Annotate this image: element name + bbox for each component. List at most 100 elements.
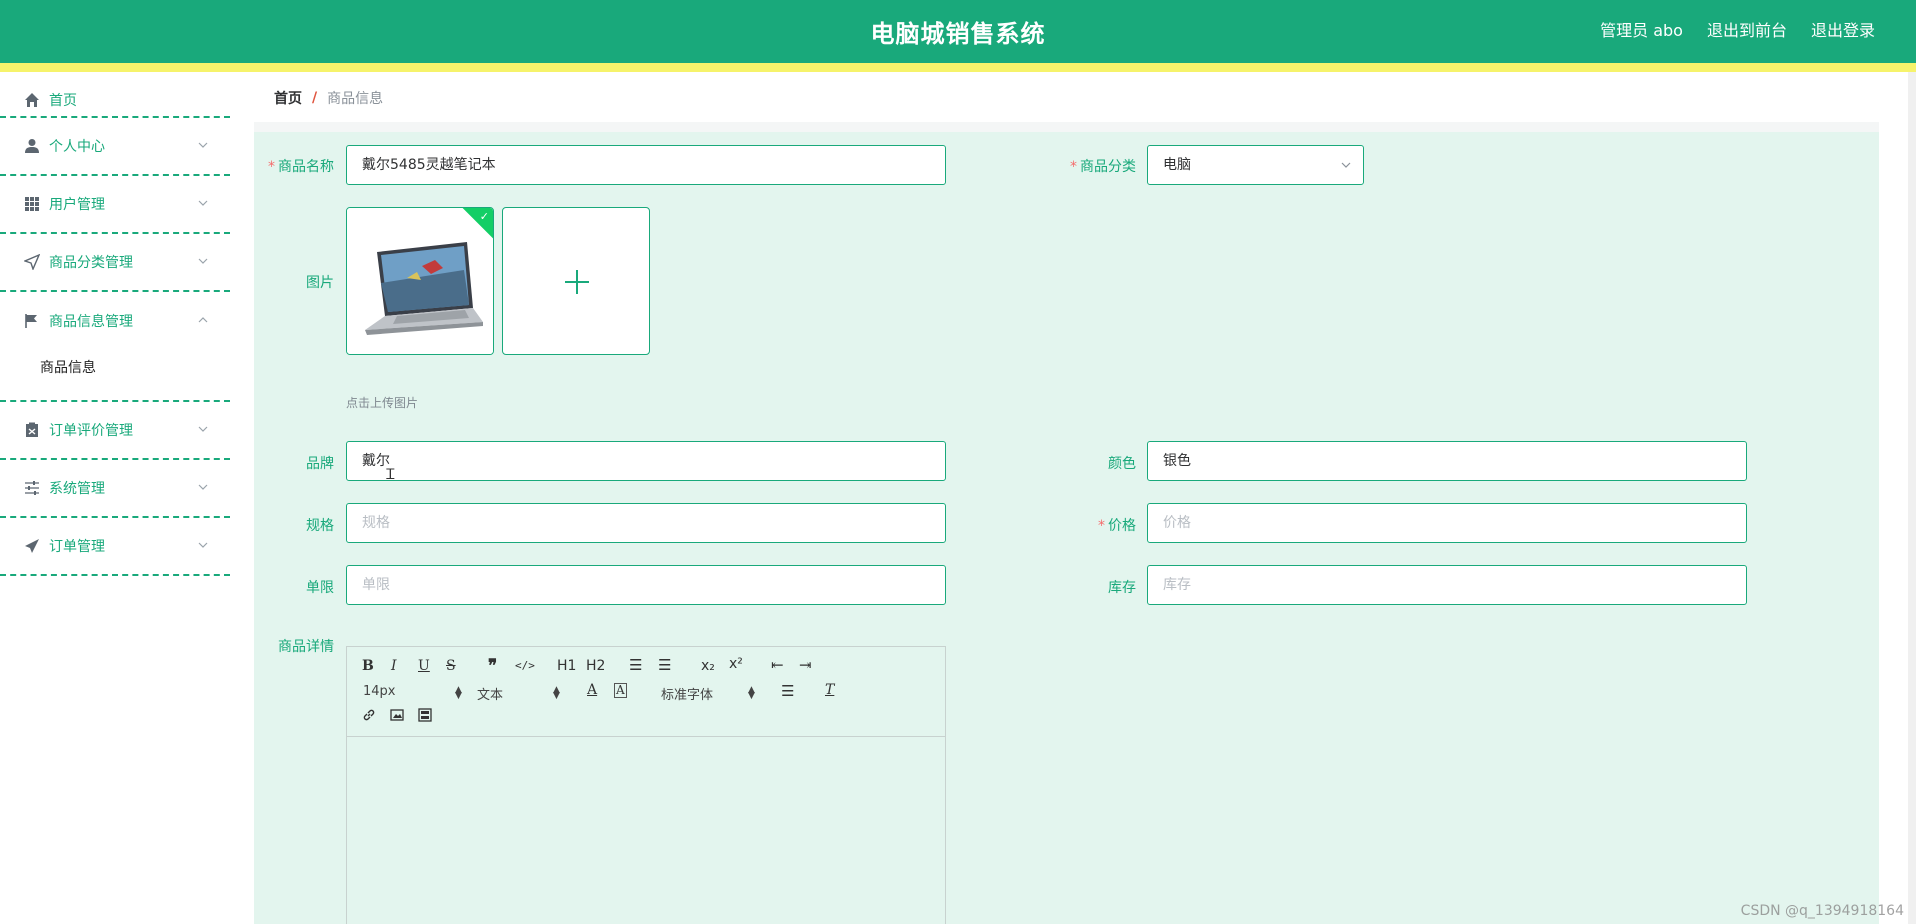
- top-header: 电脑城销售系统 管理员 abo 退出到前台 退出登录: [0, 0, 1916, 63]
- chevron-down-icon: [198, 484, 208, 490]
- header-stripe: [0, 63, 1916, 72]
- sidebar-item-personal-center[interactable]: 个人中心: [0, 118, 230, 176]
- editor-content-area[interactable]: [347, 737, 945, 924]
- breadcrumb-separator: /: [312, 90, 318, 106]
- font-size-value: 14px: [363, 684, 396, 699]
- sidebar-item-order-management[interactable]: 订单管理: [0, 518, 230, 576]
- sidebar-item-order-review-management[interactable]: 订单评价管理: [0, 402, 230, 460]
- product-name-input[interactable]: 戴尔5485灵越笔记本: [346, 145, 946, 185]
- breadcrumb-home[interactable]: 首页: [274, 88, 302, 108]
- font-color-icon[interactable]: A: [587, 682, 597, 698]
- admin-user-label[interactable]: 管理员 abo: [1600, 17, 1683, 41]
- uploaded-image-thumbnail[interactable]: ✓: [346, 207, 494, 355]
- sidebar-item-label: 系统管理: [49, 481, 105, 497]
- strikethrough-icon[interactable]: S: [446, 658, 456, 674]
- superscript-icon[interactable]: x²: [729, 656, 743, 672]
- stock-input[interactable]: 库存: [1147, 565, 1747, 605]
- text-type-select[interactable]: 文本 ▲ ▼: [477, 684, 560, 704]
- product-category-select[interactable]: 电脑: [1147, 145, 1364, 185]
- chevron-down-icon: [198, 426, 208, 432]
- chevron-down-icon: [1341, 162, 1351, 168]
- text-type-value: 文本: [477, 688, 504, 703]
- brand-input[interactable]: 戴尔: [346, 441, 946, 481]
- updown-icon: ▲ ▼: [553, 685, 560, 701]
- rich-text-editor: B I U S ❞ </> H1 H2 ☰ ☰ x₂ x² ⇤ ⇥ 14px ▲…: [346, 646, 946, 924]
- brand-label: 品牌: [306, 456, 334, 472]
- home-icon: [25, 93, 39, 107]
- subscript-icon[interactable]: x₂: [701, 658, 715, 674]
- font-family-select[interactable]: 标准字体 ▲ ▼: [661, 684, 755, 704]
- sidebar-item-label: 商品分类管理: [49, 255, 133, 271]
- clipboard-icon: [26, 422, 38, 437]
- breadcrumb: 首页 / 商品信息: [254, 74, 1879, 122]
- user-icon: [25, 139, 39, 153]
- text-cursor-icon: Ꮖ: [386, 467, 396, 483]
- sidebar-item-label: 首页: [49, 93, 77, 109]
- image-label: 图片: [306, 275, 334, 291]
- chevron-down-icon: [198, 258, 208, 264]
- ordered-list-icon[interactable]: ☰: [629, 656, 642, 674]
- sidebar-item-system-management[interactable]: 系统管理: [0, 460, 230, 518]
- sidebar-item-product-management[interactable]: 商品信息管理: [0, 292, 230, 350]
- heading-1-icon[interactable]: H1: [557, 658, 576, 674]
- sidebar-item-label: 个人中心: [49, 139, 105, 155]
- sidebar-item-label: 用户管理: [49, 197, 105, 213]
- price-label: * 价格: [1098, 518, 1136, 534]
- outdent-icon[interactable]: ⇤: [771, 656, 784, 674]
- sidebar: 首页 个人中心 用户管理 商品分类管理 商品信息管理 商品信息 订单评价管理 系…: [0, 72, 230, 924]
- clear-format-icon[interactable]: T: [825, 682, 834, 698]
- vertical-scrollbar[interactable]: [1908, 72, 1916, 924]
- align-icon[interactable]: ☰: [781, 682, 794, 700]
- sidebar-item-label: 订单管理: [49, 539, 105, 555]
- grid-icon: [25, 197, 39, 211]
- spec-label: 规格: [306, 518, 334, 534]
- laptop-image: [347, 208, 493, 354]
- upload-add-button[interactable]: [502, 207, 650, 355]
- sidebar-item-category-management[interactable]: 商品分类管理: [0, 234, 230, 292]
- code-block-icon[interactable]: </>: [515, 659, 535, 672]
- send-icon: [24, 254, 40, 270]
- link-icon[interactable]: [362, 708, 376, 722]
- image-icon[interactable]: [390, 708, 404, 722]
- limit-input[interactable]: 单限: [346, 565, 946, 605]
- logout-link[interactable]: 退出登录: [1811, 17, 1875, 41]
- color-input[interactable]: 银色: [1147, 441, 1747, 481]
- product-name-label: * 商品名称: [268, 159, 334, 175]
- background-color-icon[interactable]: A: [614, 683, 627, 698]
- category-selected-value: 电脑: [1163, 157, 1191, 173]
- updown-icon: ▲ ▼: [748, 685, 755, 701]
- content-spacer: [254, 122, 1879, 132]
- italic-icon[interactable]: I: [391, 658, 397, 674]
- video-icon[interactable]: [418, 708, 432, 722]
- sliders-icon: [25, 481, 39, 495]
- indent-icon[interactable]: ⇥: [799, 656, 812, 674]
- detail-label: 商品详情: [278, 639, 334, 655]
- underline-icon[interactable]: U: [418, 658, 430, 674]
- sidebar-item-label: 订单评价管理: [49, 423, 133, 439]
- plus-icon: [565, 270, 589, 294]
- font-family-value: 标准字体: [661, 688, 714, 703]
- heading-2-icon[interactable]: H2: [586, 658, 605, 674]
- bullet-list-icon[interactable]: ☰: [658, 656, 671, 674]
- product-category-label: * 商品分类: [1070, 159, 1136, 175]
- sidebar-item-user-management[interactable]: 用户管理: [0, 176, 230, 234]
- blockquote-icon[interactable]: ❞: [488, 656, 497, 676]
- chevron-down-icon: [198, 142, 208, 148]
- chevron-down-icon: [198, 542, 208, 548]
- flag-icon: [25, 314, 37, 328]
- font-size-select[interactable]: 14px ▲ ▼: [363, 684, 462, 701]
- spec-input[interactable]: 规格: [346, 503, 946, 543]
- watermark: CSDN @q_1394918164: [1740, 903, 1904, 919]
- sidebar-subitem-product-info[interactable]: 商品信息: [0, 350, 230, 400]
- paper-plane-icon: [25, 539, 39, 553]
- updown-icon: ▲ ▼: [455, 685, 462, 701]
- submenu-product: 商品信息: [0, 350, 230, 402]
- upload-tip: 点击上传图片: [346, 396, 419, 410]
- check-icon: ✓: [479, 210, 489, 223]
- sidebar-item-home[interactable]: 首页: [0, 72, 230, 118]
- color-label: 颜色: [1108, 456, 1136, 472]
- price-input[interactable]: 价格: [1147, 503, 1747, 543]
- bold-icon[interactable]: B: [362, 658, 374, 674]
- breadcrumb-current: 商品信息: [327, 91, 384, 107]
- exit-to-frontend-link[interactable]: 退出到前台: [1707, 17, 1787, 41]
